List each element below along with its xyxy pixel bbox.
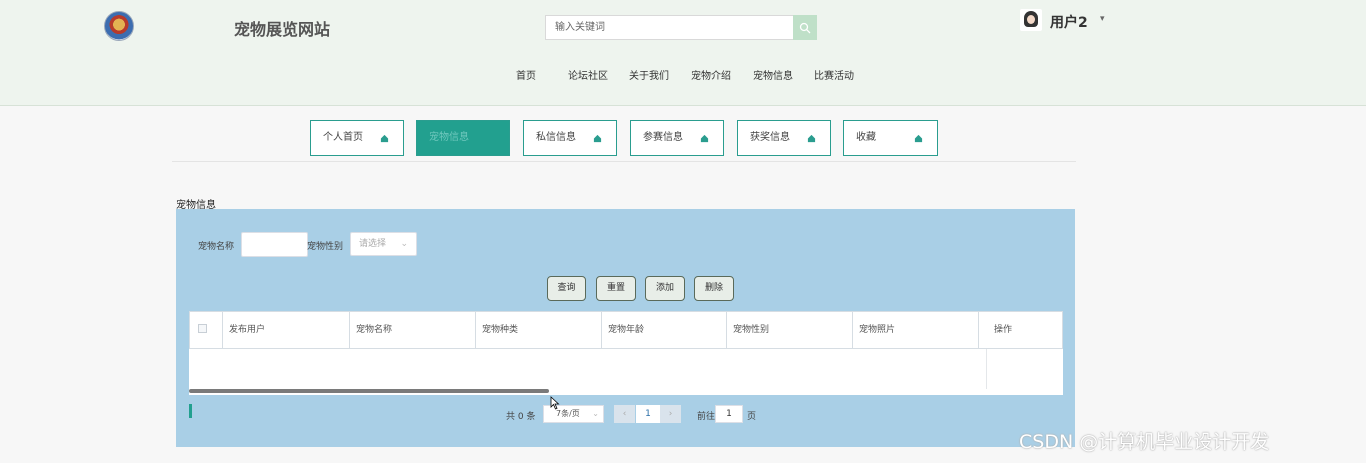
tab-label: 宠物信息 — [429, 132, 469, 143]
tab-messages[interactable]: 私信信息 — [523, 120, 617, 156]
search-icon — [799, 22, 811, 33]
accent-bar — [189, 404, 192, 418]
goto-page-input[interactable]: 1 — [715, 405, 743, 423]
column-actions: 操作 — [994, 325, 1013, 335]
nav-item-about[interactable]: 关于我们 — [629, 67, 669, 82]
pet-gender-label: 宠物性别 — [307, 242, 344, 252]
horizontal-scrollbar[interactable] — [189, 389, 549, 393]
current-page[interactable]: 1 — [636, 405, 660, 423]
pet-gender-select[interactable]: 请选择 ⌄ — [350, 232, 417, 256]
tab-label: 参赛信息 — [643, 132, 683, 143]
divider — [172, 161, 1076, 162]
watermark: CSDN @计算机毕业设计开发 — [1019, 431, 1270, 453]
search-input[interactable] — [545, 15, 795, 40]
site-logo[interactable] — [104, 11, 134, 41]
query-button[interactable]: 查询 — [547, 276, 586, 301]
page-size-value: 7条/页 — [556, 409, 580, 418]
mouse-cursor-icon — [550, 396, 560, 410]
column-pet-age[interactable]: 宠物年龄 — [602, 312, 727, 349]
delete-button[interactable]: 删除 — [694, 276, 734, 301]
home-icon — [593, 134, 602, 143]
nav-item-contests[interactable]: 比赛活动 — [814, 67, 854, 82]
pet-name-label: 宠物名称 — [198, 242, 235, 252]
select-placeholder: 请选择 — [359, 239, 387, 249]
tab-label: 收藏 — [856, 132, 876, 143]
column-publisher[interactable]: 发布用户 — [223, 312, 350, 349]
prev-page-button[interactable]: ‹ — [614, 405, 635, 423]
actions-column-divider — [986, 349, 987, 389]
nav-item-forum[interactable]: 论坛社区 — [568, 67, 608, 82]
search-button[interactable] — [793, 15, 817, 40]
tab-awards[interactable]: 获奖信息 — [737, 120, 831, 156]
tab-label: 私信信息 — [536, 132, 576, 143]
avatar-icon[interactable] — [1020, 9, 1042, 31]
home-icon — [700, 134, 709, 143]
column-pet-gender[interactable]: 宠物性别 — [727, 312, 853, 349]
site-header: 宠物展览网站 用户2 ▾ 首页 论坛社区 关于我们 宠物介绍 宠物信息 比赛活动 — [0, 0, 1366, 106]
tab-favorites[interactable]: 收藏 — [843, 120, 938, 156]
column-pet-name[interactable]: 宠物名称 — [350, 312, 476, 349]
nav-item-pet-intro[interactable]: 宠物介绍 — [691, 67, 731, 82]
home-icon — [807, 134, 816, 143]
column-pet-type[interactable]: 宠物种类 — [476, 312, 602, 349]
goto-label: 前往 — [697, 412, 716, 422]
tab-label: 个人首页 — [323, 132, 363, 143]
pet-name-input[interactable] — [241, 232, 308, 257]
chevron-down-icon: ⌄ — [400, 239, 408, 249]
pet-table: 发布用户 宠物名称 宠物种类 宠物年龄 宠物性别 宠物照片 操作 — [189, 311, 1063, 395]
select-all-cell — [190, 312, 223, 349]
pagination-total: 共 0 条 — [506, 412, 536, 422]
select-all-checkbox[interactable] — [198, 324, 207, 333]
site-title: 宠物展览网站 — [234, 20, 331, 39]
add-button[interactable]: 添加 — [645, 276, 685, 301]
nav-item-pet-info[interactable]: 宠物信息 — [753, 67, 793, 82]
home-icon — [914, 134, 923, 143]
column-pet-photo[interactable]: 宠物照片 — [853, 312, 979, 349]
home-icon — [380, 134, 389, 143]
chevron-down-icon: ⌄ — [592, 409, 599, 418]
next-page-button[interactable]: › — [660, 405, 681, 423]
user-name[interactable]: 用户2 — [1050, 12, 1088, 32]
nav-item-home[interactable]: 首页 — [516, 67, 536, 82]
tab-entries[interactable]: 参赛信息 — [630, 120, 724, 156]
tab-personal-home[interactable]: 个人首页 — [310, 120, 404, 156]
tab-pet-info[interactable]: 宠物信息 — [416, 120, 510, 156]
reset-button[interactable]: 重置 — [596, 276, 636, 301]
tab-label: 获奖信息 — [750, 132, 790, 143]
table-header: 发布用户 宠物名称 宠物种类 宠物年龄 宠物性别 宠物照片 操作 — [189, 311, 1063, 349]
page-suffix: 页 — [747, 412, 757, 422]
chevron-down-icon[interactable]: ▾ — [1100, 14, 1105, 24]
